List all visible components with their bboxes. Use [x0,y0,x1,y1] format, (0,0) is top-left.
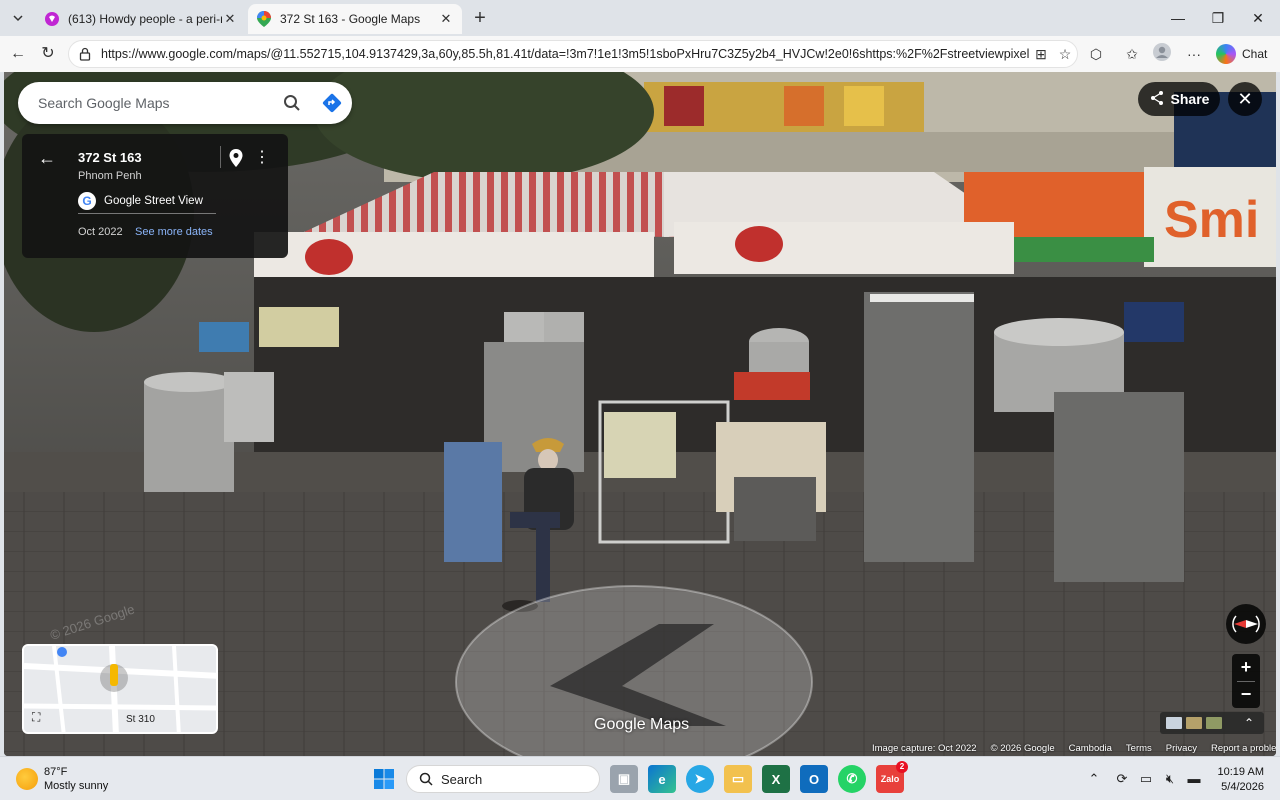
terms-link[interactable]: Terms [1126,743,1152,754]
whatsapp-icon[interactable]: ✆ [838,765,866,793]
close-tab-icon[interactable]: ✕ [438,11,454,27]
weather-widget[interactable]: 87°F Mostly sunny [16,765,108,793]
share-icon [1149,90,1165,109]
temperature: 87°F [44,766,68,778]
minimap[interactable]: St 310 ⛶ [22,644,218,734]
profile-icon[interactable] [1150,42,1174,66]
weather-condition: Mostly sunny [44,780,109,792]
zoom-in-button[interactable]: + [1232,654,1260,681]
copyright: © 2026 Google [990,743,1055,754]
see-more-dates-link[interactable]: See more dates [135,226,213,238]
minimap-street-label: St 310 [126,714,155,725]
share-label: Share [1170,91,1210,107]
search-label: Search [441,771,483,787]
sun-icon [16,768,38,790]
copilot-icon [1216,44,1236,64]
telegram-icon[interactable]: ➤ [686,765,714,793]
network-icon[interactable]: ▭ [1136,769,1156,789]
imagery-layers[interactable]: ⌃ [1160,712,1264,734]
google-maps-logo: Google Maps [594,716,690,733]
layer-thumbnail-satellite[interactable] [1186,717,1202,729]
more-options-icon[interactable]: ⋮ [254,148,270,168]
close-tab-icon[interactable]: ✕ [222,11,238,27]
compass-icon[interactable] [1226,604,1266,644]
search-icon [419,772,433,786]
app-available-icon[interactable]: ⊞ [1029,42,1053,66]
street-view-viewport[interactable]: Smi © 2026 Google Search Google Maps ← 3… [4,72,1276,756]
back-icon[interactable]: ← [6,42,30,66]
attribution-bar: Image capture: Oct 2022 © 2026 Google Ca… [872,741,1276,756]
extensions-icon[interactable]: ⬡ [1084,42,1108,66]
tab-youtube[interactable]: (613) Howdy people - a peri-rural ✕ [36,4,246,34]
search-input[interactable]: Search Google Maps [38,95,272,111]
back-arrow-icon[interactable]: ← [38,148,58,168]
expand-map-icon[interactable]: ⛶ [32,710,48,726]
capture-date: Oct 2022 [78,226,123,238]
task-view-icon[interactable]: ▣ [610,765,638,793]
tab-title: (613) Howdy people - a peri-rural [68,12,222,26]
search-box[interactable]: Search Google Maps [18,82,352,124]
volume-muted-icon[interactable]: 🔇︎ [1160,769,1180,789]
time: 10:19 AM [1217,766,1264,778]
close-street-view-icon[interactable]: ✕ [1228,82,1262,116]
notification-badge: 2 [896,761,908,773]
country-link[interactable]: Cambodia [1069,743,1112,754]
google-maps-favicon-icon [256,11,272,27]
address-bar[interactable]: https://www.google.com/maps/@11.552715,1… [68,40,1078,68]
chat-label: Chat [1242,47,1268,61]
chevron-up-icon[interactable]: ⌃ [1238,712,1260,734]
street-view-source: G Google Street View [78,188,216,214]
favorites-icon[interactable]: ✩ [1120,42,1144,66]
url-text: https://www.google.com/maps/@11.552715,1… [101,47,1029,61]
system-clock[interactable]: 10:19 AM 5/4/2026 [1210,765,1264,795]
zoom-control: + − [1232,654,1260,708]
browser-toolbar: ← ↻ https://www.google.com/maps/@11.5527… [0,36,1280,72]
city-label: Phnom Penh [78,170,142,182]
edge-browser-icon[interactable]: e [648,765,676,793]
tab-bar: (613) Howdy people - a peri-rural ✕ 372 … [0,0,1280,36]
report-problem-link[interactable]: Report a problem [1211,743,1276,754]
location-pin-icon[interactable] [228,148,246,168]
layer-thumbnail-terrain[interactable] [1206,717,1222,729]
file-explorer-icon[interactable]: ▭ [724,765,752,793]
lock-icon [79,47,93,61]
minimap-roads [24,646,216,732]
copilot-chat-button[interactable]: Chat [1216,42,1267,66]
address-title: 372 St 163 [78,150,142,165]
location-info-card: ← 372 St 163 Phnom Penh ⋮ G Google Stree… [22,134,288,258]
source-label: Google Street View [104,194,203,207]
favorite-star-icon[interactable]: ☆ [1053,42,1077,66]
zalo-icon[interactable]: Zalo 2 [876,761,908,793]
image-capture-date: Image capture: Oct 2022 [872,743,977,754]
outlook-icon[interactable]: O [800,765,828,793]
close-window-icon[interactable]: ✕ [1238,6,1278,30]
date: 5/4/2026 [1221,781,1264,793]
svg-text:Smi: Smi [1164,191,1259,249]
more-menu-icon[interactable]: ··· [1182,42,1206,66]
start-windows-icon[interactable] [370,765,398,793]
battery-icon[interactable]: ▬ [1184,769,1204,789]
new-tab-icon[interactable]: + [468,7,492,31]
layer-thumbnail-map[interactable] [1166,717,1182,729]
directions-icon[interactable] [312,82,352,124]
privacy-link[interactable]: Privacy [1166,743,1197,754]
search-icon[interactable] [272,82,312,124]
minimize-icon[interactable]: — [1158,6,1198,30]
show-hidden-icons-icon[interactable]: ⌃ [1084,769,1104,789]
sync-icon[interactable]: ⟳ [1112,769,1132,789]
share-button[interactable]: Share [1138,82,1220,116]
excel-icon[interactable]: X [762,765,790,793]
restore-icon[interactable]: ❐ [1198,6,1238,30]
tab-title: 372 St 163 - Google Maps [280,12,421,26]
tab-google-maps[interactable]: 372 St 163 - Google Maps ✕ [248,4,462,34]
taskbar-search[interactable]: Search [406,765,600,793]
zoom-out-button[interactable]: − [1232,681,1260,708]
divider [220,146,221,168]
youtube-favicon-icon [44,11,60,27]
windows-taskbar: 87°F Mostly sunny Search ▣ e ➤ ▭ X O ✆ Z… [0,756,1280,800]
tab-list-dropdown-icon[interactable] [6,6,30,30]
refresh-icon[interactable]: ↻ [36,42,60,66]
google-g-icon: G [78,191,96,210]
